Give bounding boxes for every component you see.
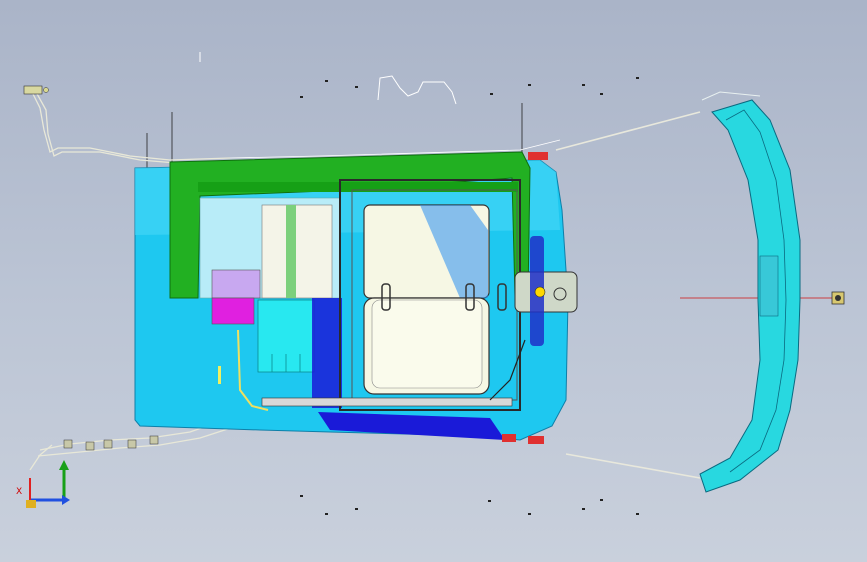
red-marker-top (528, 152, 548, 160)
panel-lilac (211, 269, 261, 299)
cab-assembly[interactable] (134, 139, 578, 444)
axis-x-label: X (16, 487, 22, 497)
red-marker-bottom-1 (502, 434, 516, 442)
door-stay-rods[interactable] (555, 111, 701, 479)
cad-viewport[interactable]: X (0, 0, 867, 562)
floor-panel (312, 298, 342, 408)
cable-harness-top-left[interactable] (23, 85, 231, 166)
model-canvas[interactable]: X (0, 0, 867, 562)
panel-magenta (211, 297, 255, 325)
red-marker-bottom-2 (528, 436, 544, 444)
sketch-wire (377, 75, 457, 105)
axis-triad: X (16, 460, 70, 508)
control-panel (514, 271, 578, 313)
pivot-marker[interactable] (831, 291, 845, 305)
open-door-arm[interactable] (699, 91, 801, 493)
